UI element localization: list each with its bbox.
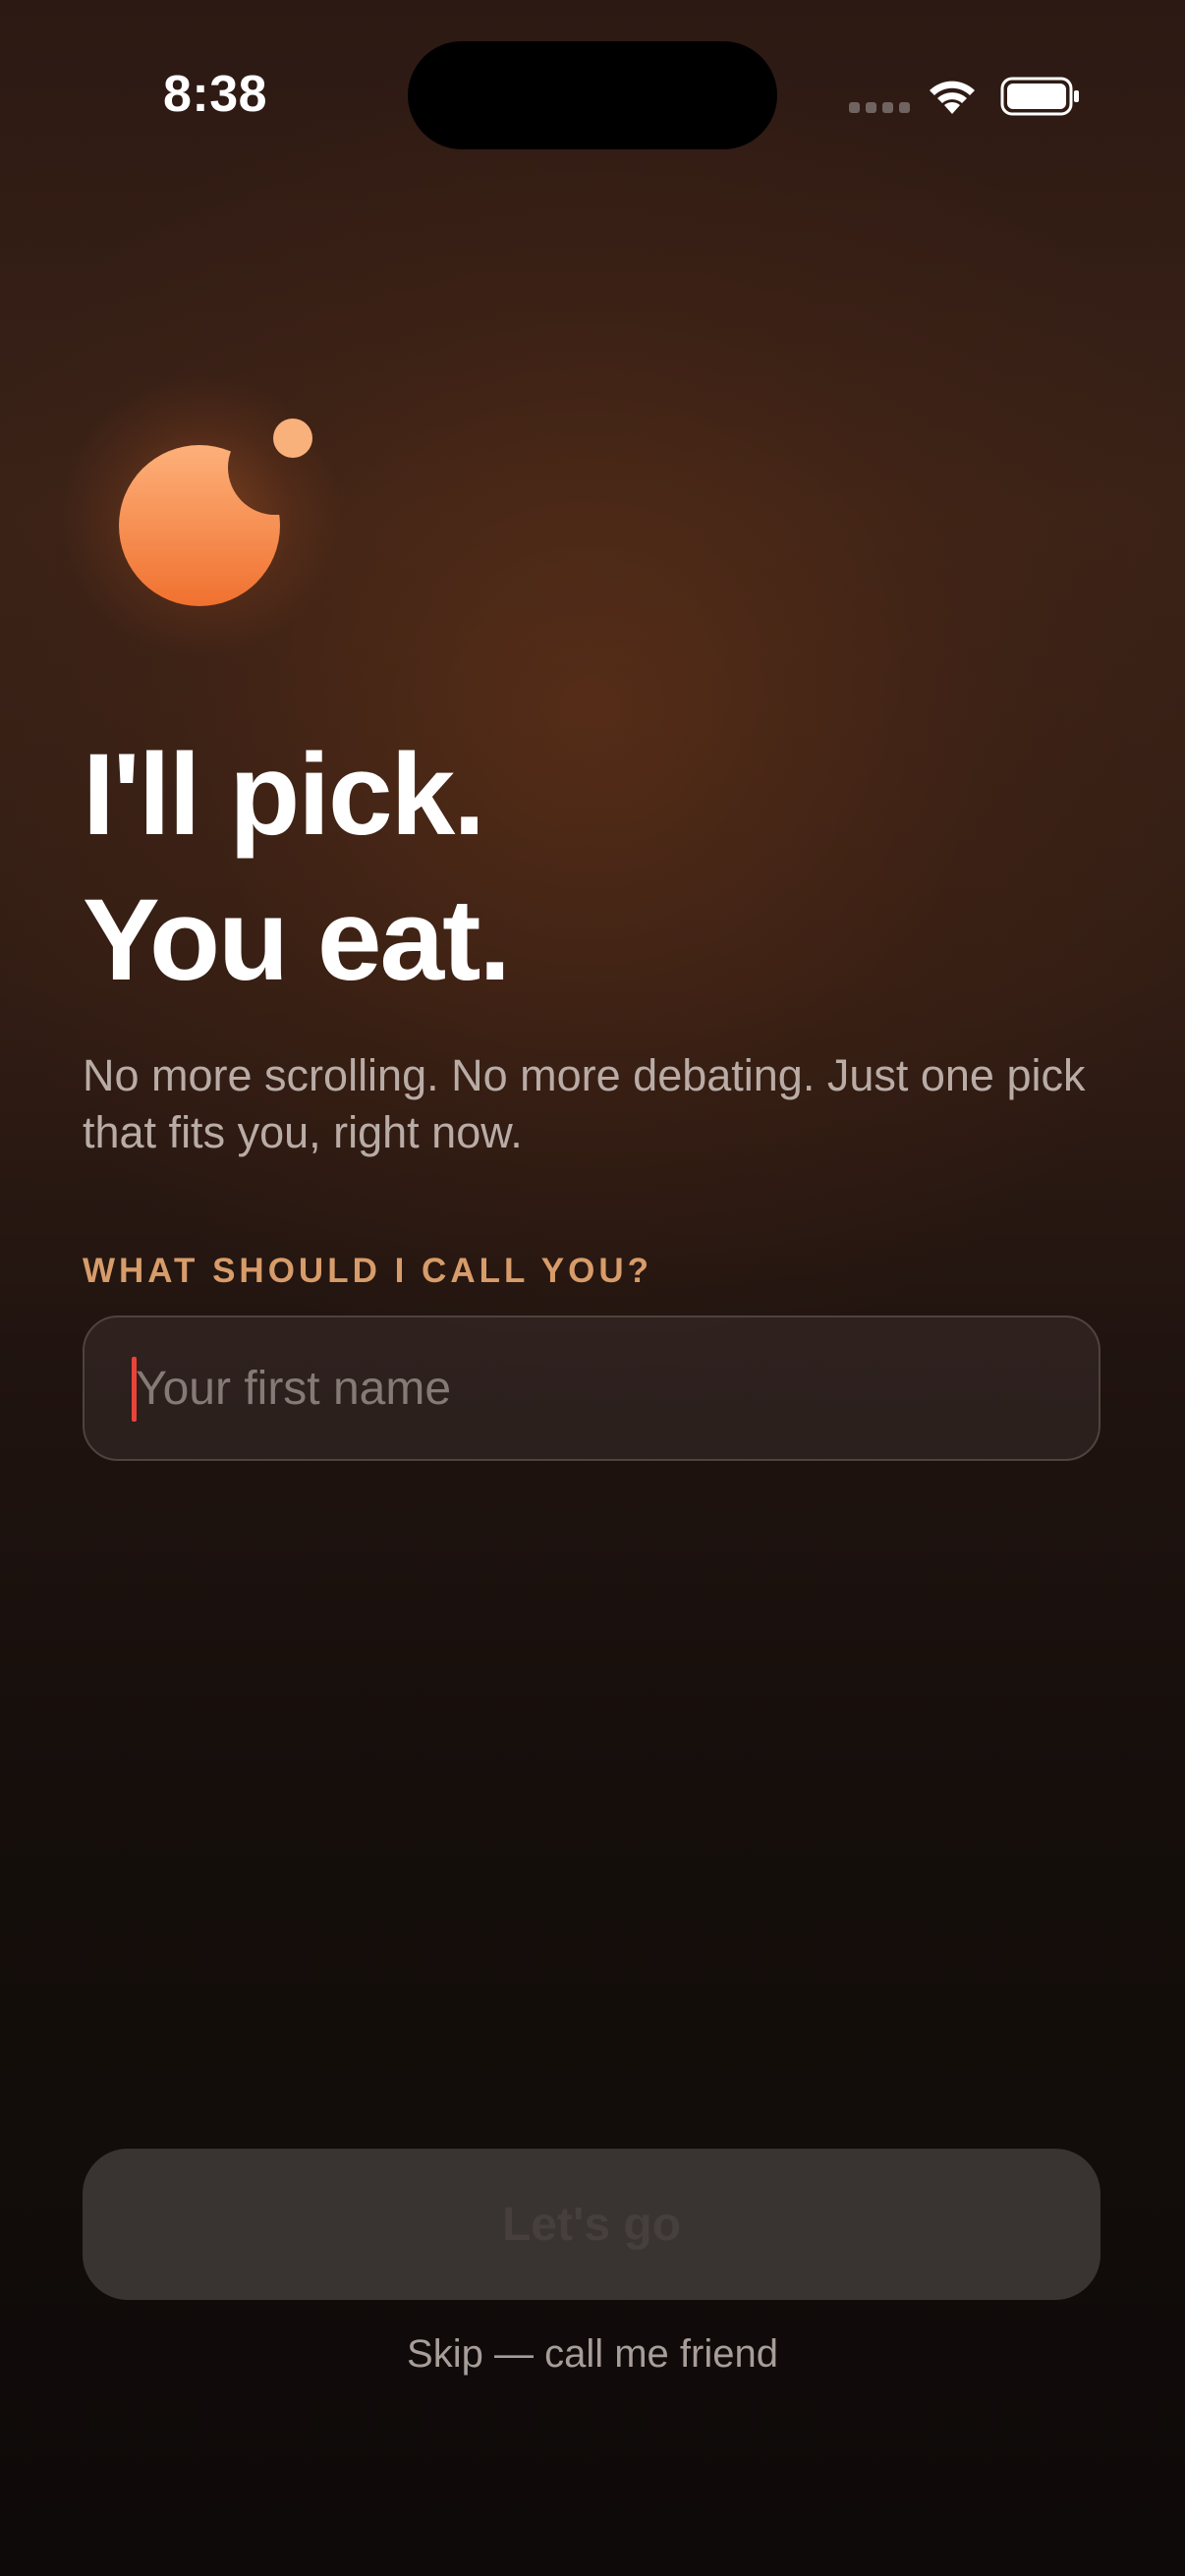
name-field-label: WHAT SHOULD I CALL YOU?: [83, 1252, 653, 1290]
cellular-signal-icon: [849, 102, 910, 113]
name-field-container: [83, 1316, 1100, 1461]
skip-link[interactable]: Skip — call me friend: [0, 2332, 1185, 2377]
battery-icon: [1000, 77, 1079, 116]
lets-go-button[interactable]: Let's go: [83, 2149, 1100, 2300]
dynamic-island: [408, 41, 777, 149]
headline-line-1: I'll pick.: [83, 730, 485, 860]
wifi-icon: [930, 81, 975, 114]
headline-line-2: You eat.: [83, 875, 511, 1005]
status-bar-time: 8:38: [163, 66, 268, 123]
page-title: I'll pick. You eat.: [83, 722, 511, 1013]
first-name-input[interactable]: [132, 1317, 1079, 1459]
subtitle: No more scrolling. No more debating. Jus…: [83, 1050, 1086, 1157]
onboarding-screen: 8:38 I'll pick. You eat. No more scrolli…: [0, 0, 1185, 2576]
moon-orb-logo-icon: [119, 419, 312, 606]
text-caret: [132, 1357, 137, 1422]
